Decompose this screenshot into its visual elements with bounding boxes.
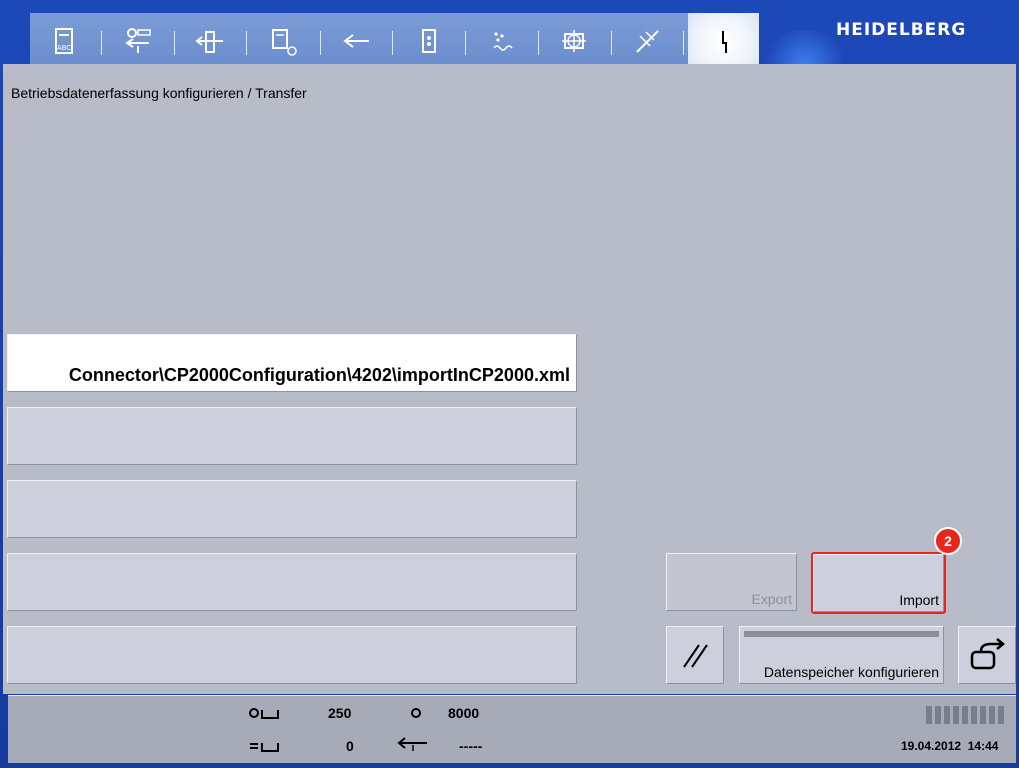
counter-right-2: -----: [459, 738, 483, 754]
step-badge: 2: [934, 527, 962, 555]
empty-field-4[interactable]: [7, 626, 577, 684]
counter-right-1: 8000: [448, 705, 480, 721]
toolbar-divider: [101, 31, 102, 55]
import-highlight: [811, 552, 946, 614]
app-frame: ABC HEIDELBERG Betriebsdatenerfassung ko…: [0, 0, 1019, 768]
status-bar: 250 8000 0 ----- 19.04.2012 14:44: [8, 695, 1016, 763]
datastore-bar: [744, 631, 939, 637]
export-button[interactable]: Export: [666, 553, 797, 611]
toolbar-divider: [683, 31, 684, 55]
time-text: 14:44: [967, 739, 999, 753]
document-abc-icon[interactable]: ABC: [36, 19, 92, 63]
toolbar-divider: [611, 31, 612, 55]
datastore-label: Datenspeicher konfigurieren: [763, 664, 939, 680]
back-arrow-icon[interactable]: [328, 19, 384, 63]
datetime: 19.04.2012 14:44: [901, 739, 998, 753]
counter-left-2: 0: [346, 738, 354, 754]
feed-settings-icon[interactable]: [110, 19, 166, 63]
service-tab-active[interactable]: [688, 13, 759, 71]
register-icon[interactable]: [546, 19, 602, 63]
delivery-arrow-icon: [397, 736, 429, 757]
page-title: Betriebsdatenerfassung konfigurieren / T…: [11, 85, 307, 101]
washup-icon[interactable]: [619, 19, 675, 63]
service-icon: [722, 31, 727, 53]
counter-left-1: 250: [328, 705, 352, 721]
speed-icon: [409, 706, 423, 725]
empty-field-2[interactable]: [7, 480, 577, 538]
paper-transport-icon[interactable]: [182, 19, 238, 63]
empty-field-1[interactable]: [7, 407, 577, 465]
waste-counter-icon: [248, 739, 280, 758]
empty-field-3[interactable]: [7, 553, 577, 611]
heidelberg-logo: HEIDELBERG: [836, 20, 967, 40]
toolbar-divider: [392, 31, 393, 55]
exit-button[interactable]: [958, 626, 1016, 684]
toolbar-divider: [246, 31, 247, 55]
path-value: Connector\CP2000Configuration\4202\impor…: [68, 365, 570, 385]
toolbar-divider: [465, 31, 466, 55]
export-label: Export: [751, 591, 792, 607]
reset-button[interactable]: [666, 626, 724, 684]
path-field[interactable]: Connector\CP2000Configuration\4202\impor…: [7, 334, 577, 392]
ink-unit-icon[interactable]: [401, 19, 457, 63]
toolbar-divider: [538, 31, 539, 55]
exit-arrow-icon: [970, 638, 1005, 670]
toolbar-divider: [174, 31, 175, 55]
double-slash-icon: [683, 644, 708, 668]
dampening-icon[interactable]: [473, 19, 529, 63]
level-indicator: [926, 706, 1004, 724]
toolbar-divider: [320, 31, 321, 55]
main-toolbar: ABC: [30, 13, 759, 71]
sheet-counter-icon: [248, 706, 280, 725]
datastore-button[interactable]: Datenspeicher konfigurieren: [739, 626, 944, 684]
print-sheet-icon[interactable]: [255, 19, 311, 63]
date-text: 19.04.2012: [901, 739, 962, 753]
svg-text:ABC: ABC: [57, 44, 71, 52]
